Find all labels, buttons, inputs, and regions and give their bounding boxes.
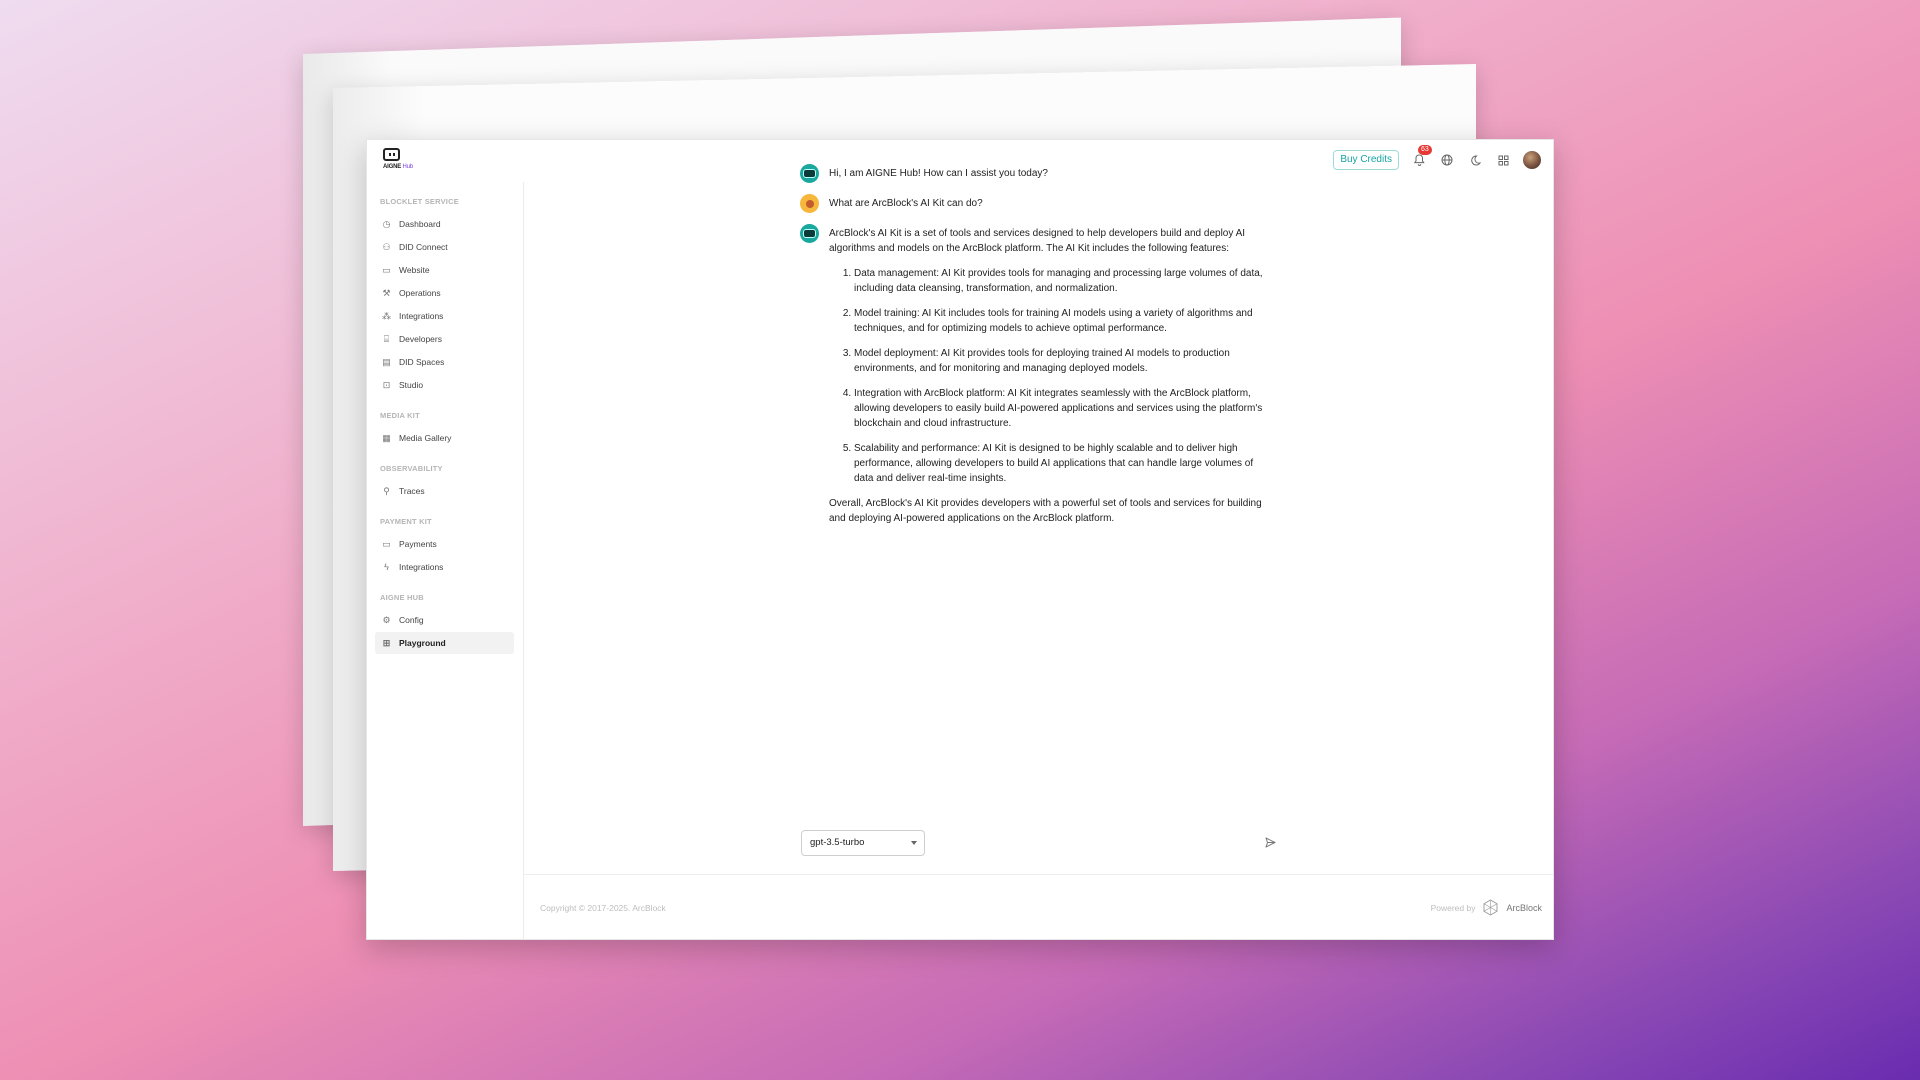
sidebar-item-label: Developers: [399, 334, 442, 344]
sidebar-item-traces[interactable]: ⚲ Traces: [375, 480, 514, 502]
sidebar-item-label: Config: [399, 615, 424, 625]
aigne-hub-logo[interactable]: AIGNE Hub: [383, 148, 423, 174]
sidebar-item-label: DID Connect: [399, 242, 448, 252]
sidebar-section-title: OBSERVABILITY: [380, 464, 443, 473]
sidebar: BLOCKLET SERVICE ◷ Dashboard ⚇ DID Connect…: [367, 182, 524, 940]
message-text: ArcBlock's AI Kit is a set of tools and …: [829, 226, 1268, 536]
answer-list-item: Scalability and performance: AI Kit is d…: [854, 441, 1268, 486]
buy-credits-button[interactable]: Buy Credits: [1333, 150, 1399, 170]
sidebar-item-dashboard[interactable]: ◷ Dashboard: [375, 213, 514, 235]
sidebar-item-label: Dashboard: [399, 219, 441, 229]
powered-by-label: Powered by: [1430, 902, 1476, 913]
user-message-avatar: [800, 194, 819, 213]
integrations-icon: ⁂: [382, 310, 391, 321]
sidebar-item-label: Website: [399, 265, 430, 275]
gear-icon: ⚙: [382, 614, 391, 625]
app-window: AIGNE Hub Buy Credits 63 BLOCKLET SERVIC…: [366, 139, 1554, 940]
answer-list-item: Model training: AI Kit includes tools fo…: [854, 306, 1268, 336]
answer-list-item: Model deployment: AI Kit provides tools …: [854, 346, 1268, 376]
sidebar-item-config[interactable]: ⚙ Config: [375, 609, 514, 631]
sidebar-item-label: Payments: [399, 539, 437, 549]
sidebar-item-label: DID Spaces: [399, 357, 445, 367]
notification-badge: 63: [1418, 145, 1432, 155]
sidebar-item-payment-integrations[interactable]: ϟ Integrations: [375, 556, 514, 578]
traces-icon: ⚲: [383, 485, 390, 496]
answer-list-item: Integration with ArcBlock platform: AI K…: [854, 386, 1268, 431]
powered-by: Powered by ArcBlock: [1431, 899, 1542, 916]
code-icon: ⌸: [383, 333, 390, 344]
user-message: What are ArcBlock's AI Kit can do?: [800, 194, 1268, 213]
sidebar-item-did-connect[interactable]: ⚇ DID Connect: [375, 236, 514, 258]
sidebar-item-integrations[interactable]: ⁂ Integrations: [375, 305, 514, 327]
sidebar-item-playground[interactable]: ⊞ Playground: [375, 632, 514, 654]
dashboard-icon: ◷: [382, 218, 391, 229]
assistant-avatar: [800, 224, 819, 243]
sidebar-item-label: Studio: [399, 380, 424, 390]
bolt-icon: ϟ: [384, 562, 389, 572]
assistant-message: Hi, I am AIGNE Hub! How can I assist you…: [800, 164, 1268, 183]
sidebar-item-label: Integrations: [399, 562, 444, 572]
user-avatar[interactable]: [1523, 151, 1541, 169]
sidebar-section-title: BLOCKLET SERVICE: [380, 197, 459, 206]
header-actions: Buy Credits 63: [1333, 145, 1541, 170]
studio-icon: ⊡: [382, 379, 391, 390]
grid-icon: [1498, 155, 1508, 165]
logo-icon: [383, 148, 400, 161]
playground-icon: ⊞: [382, 637, 391, 648]
message-input[interactable]: [931, 829, 1261, 856]
powered-by-brand[interactable]: ArcBlock: [1506, 903, 1542, 913]
users-icon: ⚇: [382, 241, 391, 252]
answer-outro: Overall, ArcBlock's AI Kit provides deve…: [829, 498, 1262, 524]
sidebar-item-label: Integrations: [399, 311, 444, 321]
sidebar-section-title: PAYMENT KIT: [380, 517, 432, 526]
moon-icon: [1470, 154, 1481, 165]
website-icon: ▭: [382, 264, 391, 275]
sidebar-section-title: MEDIA KIT: [380, 411, 420, 420]
language-button[interactable]: [1439, 152, 1455, 168]
card-icon: ▭: [382, 538, 391, 549]
wrench-icon: ⚒: [382, 287, 391, 298]
sidebar-item-developers[interactable]: ⌸ Developers: [375, 328, 514, 350]
apps-button[interactable]: [1495, 152, 1511, 168]
sidebar-section-title: AIGNE HUB: [380, 593, 424, 602]
sidebar-item-label: Playground: [399, 638, 446, 648]
model-select[interactable]: gpt-3.5-turbo: [801, 829, 925, 856]
answer-intro: ArcBlock's AI Kit is a set of tools and …: [829, 228, 1246, 254]
sidebar-item-did-spaces[interactable]: ▤ DID Spaces: [375, 351, 514, 373]
logo-text: AIGNE: [383, 164, 402, 170]
footer: Copyright © 2017-2025. ArcBlock Powered …: [524, 874, 1554, 940]
sidebar-item-operations[interactable]: ⚒ Operations: [375, 282, 514, 304]
send-button[interactable]: [1261, 834, 1279, 852]
gallery-icon: ▦: [382, 432, 391, 443]
chat-thread: Hi, I am AIGNE Hub! How can I assist you…: [800, 164, 1268, 549]
sidebar-item-label: Media Gallery: [399, 433, 452, 443]
sidebar-item-website[interactable]: ▭ Website: [375, 259, 514, 281]
sidebar-item-studio[interactable]: ⊡ Studio: [375, 374, 514, 396]
send-icon: [1265, 837, 1275, 848]
theme-toggle-button[interactable]: [1467, 152, 1483, 168]
arcblock-logo-icon: [1484, 899, 1498, 916]
sidebar-item-media-gallery[interactable]: ▦ Media Gallery: [375, 427, 514, 449]
globe-icon: [1441, 154, 1453, 166]
storage-icon: ▤: [382, 356, 391, 367]
assistant-message: ArcBlock's AI Kit is a set of tools and …: [800, 224, 1268, 536]
message-text: Hi, I am AIGNE Hub! How can I assist you…: [829, 168, 1048, 179]
answer-list: Data management: AI Kit provides tools f…: [829, 266, 1268, 486]
assistant-avatar: [800, 164, 819, 183]
answer-list-item: Data management: AI Kit provides tools f…: [854, 266, 1268, 296]
chat-input-bar: gpt-3.5-turbo: [801, 829, 1279, 856]
sidebar-item-label: Operations: [399, 288, 441, 298]
chevron-down-icon: [911, 840, 917, 845]
copyright-text: Copyright © 2017-2025. ArcBlock: [540, 903, 666, 913]
message-text: What are ArcBlock's AI Kit can do?: [829, 198, 983, 209]
model-select-value: gpt-3.5-turbo: [810, 837, 865, 848]
sidebar-item-label: Traces: [399, 486, 425, 496]
notification-button[interactable]: 63: [1411, 145, 1432, 168]
sidebar-item-payments[interactable]: ▭ Payments: [375, 533, 514, 555]
logo-sub-text: Hub: [402, 164, 413, 170]
bell-icon: [1413, 154, 1425, 166]
